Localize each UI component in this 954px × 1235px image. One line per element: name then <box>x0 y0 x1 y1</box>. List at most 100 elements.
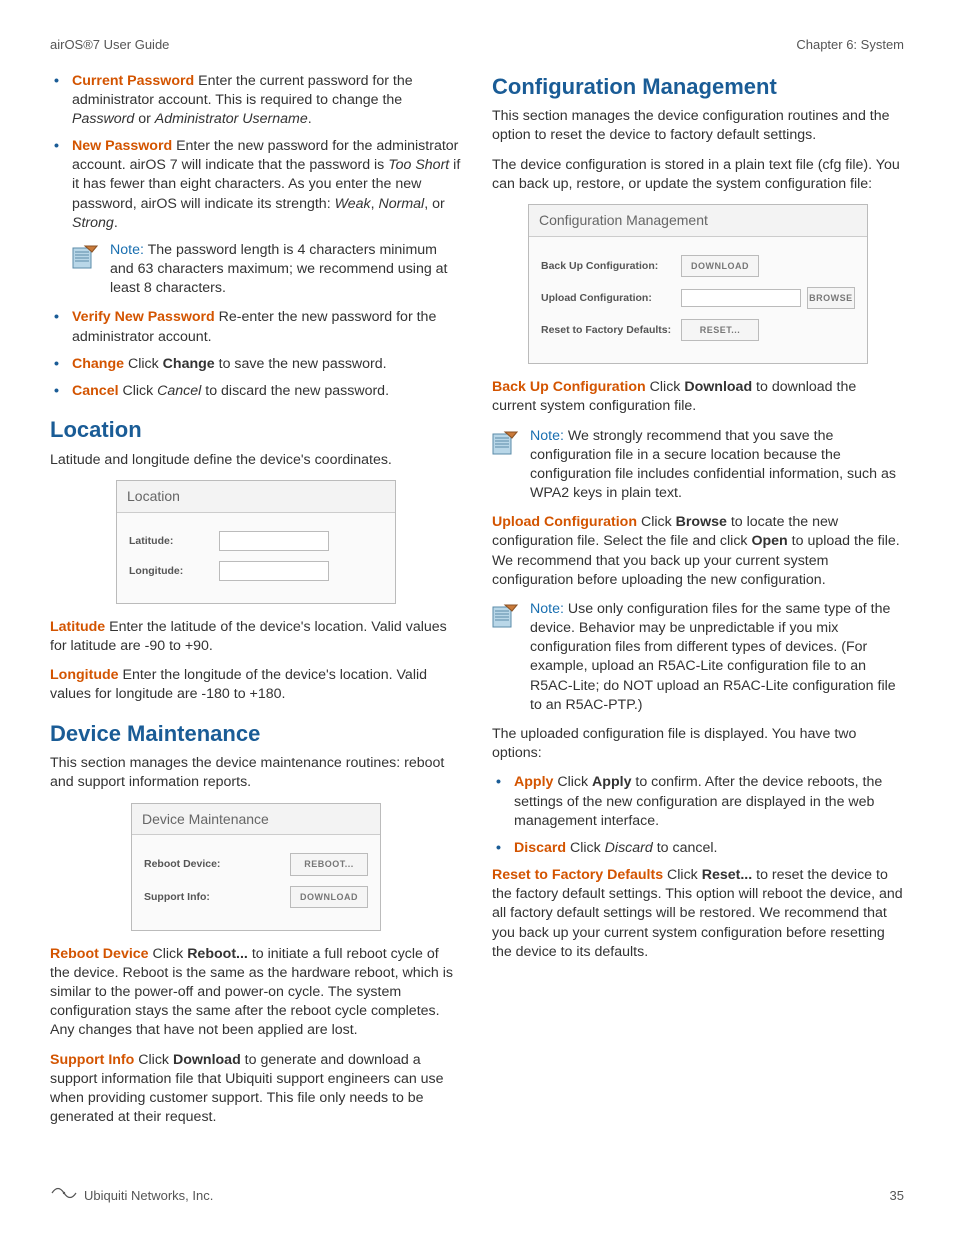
text: Click <box>124 356 163 372</box>
uploaded-text: The uploaded configuration file is displ… <box>492 725 904 763</box>
input-longitude[interactable] <box>219 561 329 581</box>
bold: Browse <box>676 514 727 530</box>
ital: Too Short <box>388 157 449 173</box>
item-new-password: New Password Enter the new password for … <box>68 137 462 233</box>
support-desc: Support Info Click Download to generate … <box>50 1051 462 1128</box>
text: Click <box>663 867 702 883</box>
label-longitude: Longitude: <box>129 564 219 578</box>
input-latitude[interactable] <box>219 531 329 551</box>
backup-desc: Back Up Configuration Click Download to … <box>492 378 904 416</box>
password-bullets-1: Current Password Enter the current passw… <box>50 72 462 233</box>
page-footer: Ubiquiti Networks, Inc. 35 <box>50 1186 904 1205</box>
term: Latitude <box>50 619 105 635</box>
ital: Password <box>72 111 134 127</box>
guide-title: airOS®7 User Guide <box>50 36 169 54</box>
text: Click <box>566 840 605 856</box>
note-text: The password length is 4 characters mini… <box>110 242 448 296</box>
left-column: Current Password Enter the current passw… <box>50 72 462 1138</box>
text: Click <box>553 774 592 790</box>
config-panel: Configuration Management Back Up Configu… <box>528 204 868 364</box>
ital: Discard <box>605 840 653 856</box>
text: Click <box>637 514 676 530</box>
maint-intro: This section manages the device maintena… <box>50 754 462 792</box>
bold: Download <box>684 379 752 395</box>
item-apply: Apply Click Apply to confirm. After the … <box>510 773 904 831</box>
term: Discard <box>514 840 566 856</box>
download-config-button[interactable]: DOWNLOAD <box>681 255 759 277</box>
location-panel: Location Latitude: Longitude: <box>116 480 396 604</box>
text: . <box>308 111 312 127</box>
heading-location: Location <box>50 415 462 445</box>
config-intro-1: This section manages the device configur… <box>492 107 904 145</box>
reboot-button[interactable]: REBOOT... <box>290 853 368 875</box>
location-intro: Latitude and longitude define the device… <box>50 451 462 470</box>
row-longitude: Longitude: <box>129 561 383 581</box>
bold: Reset... <box>702 867 752 883</box>
text: to cancel. <box>653 840 718 856</box>
heading-device-maintenance: Device Maintenance <box>50 719 462 749</box>
bold: Apply <box>592 774 631 790</box>
ital: Normal <box>378 196 424 212</box>
label-reboot: Reboot Device: <box>144 857 254 871</box>
panel-title: Location <box>117 481 395 513</box>
note-icon <box>492 427 520 504</box>
label-latitude: Latitude: <box>129 534 219 548</box>
term: Current Password <box>72 73 194 89</box>
text: Click <box>149 946 188 962</box>
text: Enter the latitude of the device's locat… <box>50 619 447 654</box>
reset-button[interactable]: RESET... <box>681 319 759 341</box>
label-upload: Upload Configuration: <box>541 291 681 305</box>
panel-title: Configuration Management <box>529 205 867 237</box>
browse-button[interactable]: BROWSE <box>807 287 855 309</box>
note-label: Note: <box>110 242 144 258</box>
reset-desc: Reset to Factory Defaults Click Reset...… <box>492 866 904 962</box>
term: Cancel <box>72 383 119 399</box>
row-support: Support Info: DOWNLOAD <box>144 886 368 908</box>
latitude-desc: Latitude Enter the latitude of the devic… <box>50 618 462 656</box>
upload-filename-input[interactable] <box>681 289 801 307</box>
ubiquiti-logo-icon <box>50 1186 78 1205</box>
term: Verify New Password <box>72 309 215 325</box>
note-body: Note: Use only configuration files for t… <box>530 600 904 715</box>
term: Change <box>72 356 124 372</box>
row-upload: Upload Configuration: BROWSE <box>541 287 855 309</box>
text: Click <box>134 1052 173 1068</box>
chapter-title: Chapter 6: System <box>796 36 904 54</box>
download-button[interactable]: DOWNLOAD <box>290 886 368 908</box>
reboot-desc: Reboot Device Click Reboot... to initiat… <box>50 945 462 1041</box>
note-icon <box>72 241 100 299</box>
term: Longitude <box>50 667 119 683</box>
panel-title: Device Maintenance <box>132 804 380 836</box>
item-current-password: Current Password Enter the current passw… <box>68 72 462 130</box>
item-verify-password: Verify New Password Re-enter the new pas… <box>68 308 462 346</box>
term: Support Info <box>50 1052 134 1068</box>
ital: Weak <box>335 196 371 212</box>
term: New Password <box>72 138 172 154</box>
page-header: airOS®7 User Guide Chapter 6: System <box>50 36 904 54</box>
row-latitude: Latitude: <box>129 531 383 551</box>
term: Reset to Factory Defaults <box>492 867 663 883</box>
bold: Download <box>173 1052 241 1068</box>
page-number: 35 <box>890 1187 904 1205</box>
text: to discard the new password. <box>201 383 389 399</box>
label-support: Support Info: <box>144 890 254 904</box>
ital: Administrator Username <box>155 111 308 127</box>
term: Back Up Configuration <box>492 379 646 395</box>
row-reboot: Reboot Device: REBOOT... <box>144 853 368 875</box>
label-backup: Back Up Configuration: <box>541 259 681 273</box>
bold: Change <box>163 356 215 372</box>
note-text: Use only configuration files for the sam… <box>530 601 896 713</box>
note-label: Note: <box>530 428 564 444</box>
maintenance-panel: Device Maintenance Reboot Device: REBOOT… <box>131 803 381 931</box>
term: Upload Configuration <box>492 514 637 530</box>
config-intro-2: The device configuration is stored in a … <box>492 156 904 194</box>
bold: Open <box>751 533 787 549</box>
text: or <box>134 111 155 127</box>
company-name: Ubiquiti Networks, Inc. <box>84 1187 213 1205</box>
term: Apply <box>514 774 553 790</box>
note-icon <box>492 600 520 715</box>
upload-desc: Upload Configuration Click Browse to loc… <box>492 513 904 590</box>
note-label: Note: <box>530 601 564 617</box>
item-change: Change Click Change to save the new pass… <box>68 355 462 374</box>
item-cancel: Cancel Click Cancel to discard the new p… <box>68 382 462 401</box>
